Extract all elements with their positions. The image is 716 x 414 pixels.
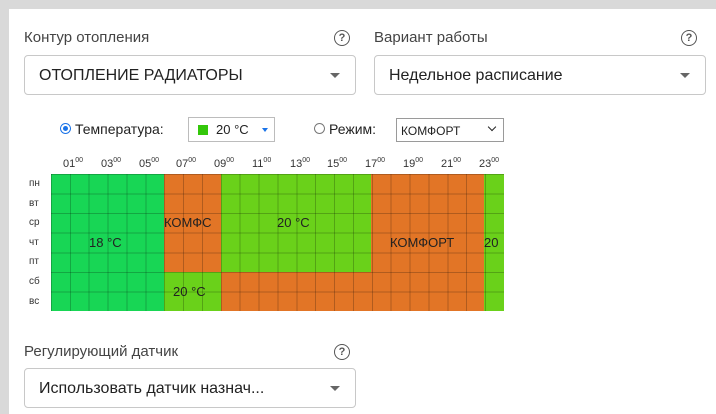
window-border-top: [0, 0, 716, 9]
hour-label: 1300: [290, 157, 311, 170]
heating-circuit-value: ОТОПЛЕНИЕ РАДИАТОРЫ: [39, 67, 243, 84]
chevron-down-icon: [680, 73, 690, 78]
day-label: сб: [29, 276, 40, 287]
schedule-block-label: 20 °C: [277, 215, 310, 230]
regulating-sensor-select[interactable]: Использовать датчик назнач...: [24, 368, 356, 408]
temperature-radio-label: Температура:: [75, 121, 164, 137]
day-label: пт: [29, 256, 39, 267]
heating-circuit-select[interactable]: ОТОПЛЕНИЕ РАДИАТОРЫ: [24, 55, 356, 95]
mode-radio[interactable]: [314, 123, 325, 134]
mode-value: КОМФОРТ: [401, 124, 461, 138]
hour-label: 0300: [101, 157, 122, 170]
temperature-value: 20 °C: [216, 122, 249, 137]
temperature-radio[interactable]: [60, 123, 71, 134]
hour-label: 2100: [441, 157, 462, 170]
regulating-sensor-label: Регулирующий датчик: [24, 343, 179, 360]
schedule-block[interactable]: 20 °C: [164, 272, 221, 311]
mode-select[interactable]: КОМФОРТ: [396, 118, 504, 142]
schedule-block[interactable]: 18 °C: [51, 174, 164, 311]
work-variant-help-icon[interactable]: ?: [681, 30, 697, 46]
mode-radio-label: Режим:: [329, 121, 377, 137]
schedule-block-label: 18 °C: [89, 235, 122, 250]
hour-label: 0700: [176, 157, 197, 170]
hour-label: 0500: [139, 157, 160, 170]
hour-label: 1500: [327, 157, 348, 170]
hour-label: 1700: [365, 157, 386, 170]
schedule-block-label: КОМФОРТ: [390, 235, 455, 250]
regulating-sensor-help-icon[interactable]: ?: [334, 344, 350, 360]
regulating-sensor-value: Использовать датчик назнач...: [39, 380, 265, 397]
day-label: ср: [29, 217, 40, 228]
chevron-down-icon: [330, 73, 340, 78]
temperature-select[interactable]: 20 °C: [188, 117, 275, 142]
work-variant-value: Недельное расписание: [389, 67, 563, 84]
day-label: чт: [29, 237, 39, 248]
work-variant-label: Вариант работы: [374, 29, 488, 46]
hour-label: 0100: [63, 157, 84, 170]
heating-circuit-help-icon[interactable]: ?: [334, 30, 350, 46]
hour-label: 0900: [214, 157, 235, 170]
schedule-block-label: КОМФС: [164, 215, 212, 230]
heating-circuit-label: Контур отопления: [24, 29, 150, 46]
chevron-down-icon: [330, 386, 340, 391]
hour-label: 1100: [252, 157, 272, 170]
day-label: вт: [29, 198, 39, 209]
day-label: вс: [29, 296, 40, 307]
schedule-block[interactable]: КОМФОРТ: [371, 174, 484, 272]
schedule-block[interactable]: КОМФС: [164, 174, 221, 272]
schedule-block[interactable]: 20 °C: [221, 174, 371, 272]
window-border-left: [0, 0, 9, 414]
schedule-block[interactable]: [221, 272, 484, 311]
day-label: пн: [29, 178, 40, 189]
schedule-block-label: 20: [484, 235, 499, 250]
hour-label: 2300: [479, 157, 500, 170]
chevron-down-icon: [262, 128, 268, 132]
schedule-block[interactable]: 20: [484, 174, 504, 311]
chevron-down-icon: [487, 122, 497, 132]
work-variant-select[interactable]: Недельное расписание: [374, 55, 706, 95]
schedule-block-label: 20 °C: [173, 284, 206, 299]
hour-label: 1900: [403, 157, 424, 170]
temperature-color-swatch: [198, 125, 208, 135]
